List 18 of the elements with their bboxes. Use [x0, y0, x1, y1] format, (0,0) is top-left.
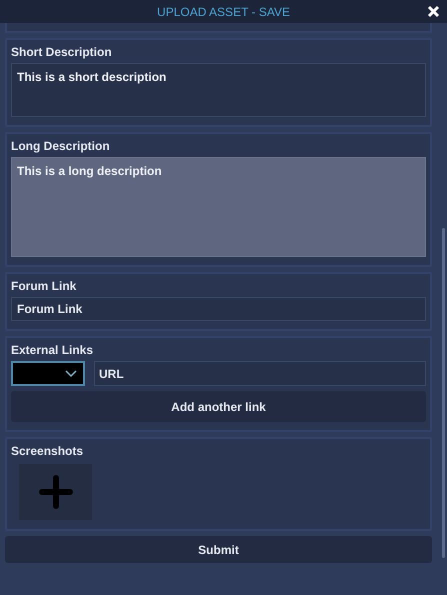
- plus-icon: [38, 475, 72, 509]
- section-label: External Links: [11, 343, 94, 357]
- close-button[interactable]: [425, 3, 441, 19]
- scrollbar[interactable]: [442, 228, 445, 558]
- submit-button[interactable]: Submit: [5, 536, 432, 563]
- section-label: Screenshots: [11, 444, 84, 458]
- window-title: UPLOAD ASSET - SAVE: [157, 4, 290, 20]
- add-link-button[interactable]: Add another link: [11, 391, 426, 422]
- close-icon: [426, 4, 440, 18]
- url-field[interactable]: URL: [94, 361, 426, 386]
- link-type-dropdown[interactable]: [11, 361, 85, 386]
- section-label: Long Description: [11, 139, 111, 153]
- text-area[interactable]: This is a short description: [11, 63, 426, 117]
- text-area[interactable]: This is a long description: [11, 157, 426, 257]
- chevron-down-icon: [65, 370, 77, 378]
- section-label: Forum Link: [11, 279, 78, 293]
- input-field[interactable]: Forum Link: [11, 297, 426, 321]
- section-label: Short Description: [11, 45, 113, 59]
